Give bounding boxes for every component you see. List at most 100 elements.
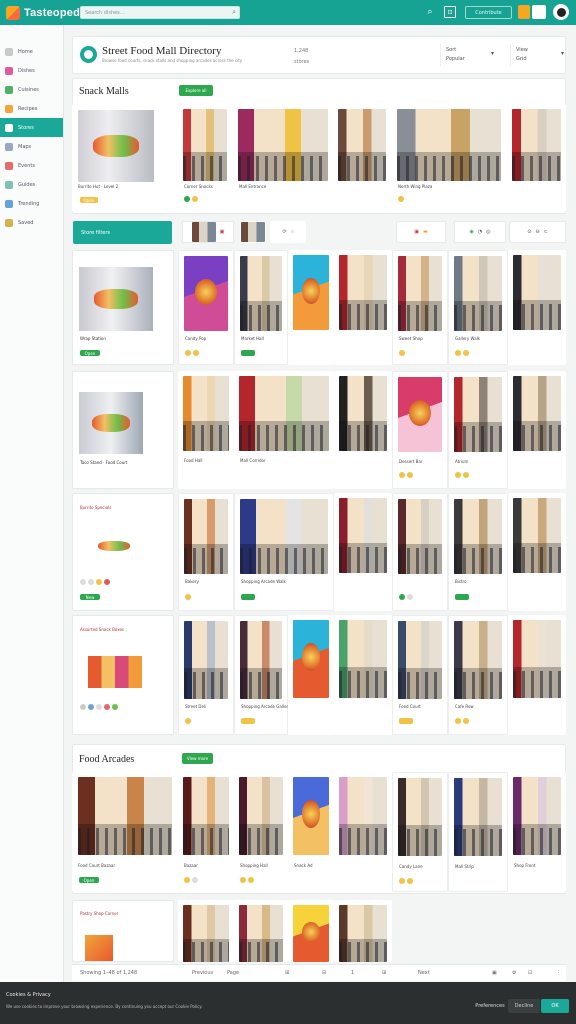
sidebar-item-dishes[interactable]: Dishes: [0, 61, 63, 80]
menu-icon[interactable]: [532, 5, 546, 19]
store-card[interactable]: Pastry Shop Corner: [72, 900, 174, 962]
filter-chip[interactable]: [240, 221, 266, 243]
sidebar-item-trending[interactable]: Trending: [0, 194, 63, 213]
prev-button[interactable]: Previous: [192, 970, 213, 976]
store-tile[interactable]: Corner Snacks: [178, 104, 232, 212]
store-card[interactable]: Food Court Bazaar Open: [72, 772, 178, 892]
store-card[interactable]: [508, 371, 566, 489]
store-card[interactable]: Street Deli: [178, 615, 234, 735]
sort-select[interactable]: Sort Popular ▾: [440, 44, 500, 66]
export-icon[interactable]: ⊡: [528, 970, 532, 976]
contribute-button[interactable]: Contribute: [465, 6, 512, 19]
list-view-icon[interactable]: ⊟: [322, 970, 326, 976]
store-tile[interactable]: Mall Entrance: [233, 104, 333, 212]
image-icon[interactable]: ▣: [492, 970, 497, 976]
store-card[interactable]: Candy Pop: [178, 250, 234, 365]
store-card[interactable]: [288, 900, 334, 962]
sidebar-item-home[interactable]: Home: [0, 42, 63, 61]
store-card[interactable]: [288, 250, 334, 365]
decline-button[interactable]: Decline: [508, 999, 540, 1013]
store-photo: [513, 620, 561, 698]
store-card[interactable]: Bakery: [178, 493, 234, 611]
more-icon[interactable]: ⋮: [556, 970, 561, 976]
store-card[interactable]: Burrito Specials New: [72, 493, 174, 611]
grid-view-icon[interactable]: ⊞: [285, 970, 289, 976]
store-card[interactable]: Wrap Station Open: [72, 250, 174, 365]
store-card[interactable]: Assorted Snack Boxes: [72, 615, 174, 735]
store-card[interactable]: Taco Stand · Food Court: [72, 371, 174, 489]
store-card[interactable]: [334, 493, 392, 611]
store-card[interactable]: Bistro: [448, 493, 508, 611]
view-more-button[interactable]: View more: [182, 753, 213, 764]
chip-all[interactable]: ▣ ▬: [396, 221, 446, 243]
profile-card-icon[interactable]: ⊡: [444, 6, 456, 18]
filter-chip[interactable]: ▣: [182, 221, 234, 243]
store-card[interactable]: Shopping Hall: [234, 772, 288, 892]
view-select[interactable]: View Grid ▾: [510, 44, 570, 66]
rating-dots: [455, 718, 469, 724]
accept-button[interactable]: OK: [541, 999, 569, 1013]
store-card[interactable]: [178, 900, 234, 962]
next-button[interactable]: Next: [418, 970, 430, 976]
sidebar-item-recipes[interactable]: Recipes: [0, 99, 63, 118]
store-card[interactable]: Shop Front: [508, 772, 566, 892]
grid-view-icon[interactable]: ⊞: [382, 970, 386, 976]
store-card[interactable]: Bazaar: [178, 772, 234, 892]
store-tile[interactable]: [333, 104, 391, 212]
store-card[interactable]: [508, 250, 566, 365]
store-card[interactable]: [288, 615, 334, 735]
store-card[interactable]: Food Hall: [178, 371, 234, 489]
store-card[interactable]: [334, 371, 392, 489]
store-card[interactable]: [392, 493, 448, 611]
chip-open-now[interactable]: ◉ ◔ ◎: [454, 221, 506, 243]
rating-dots: [184, 196, 198, 202]
store-card[interactable]: Mall Corridor: [234, 371, 334, 489]
logo-icon: [6, 5, 20, 20]
store-card[interactable]: [234, 900, 288, 962]
tag-icon: ▬: [423, 229, 428, 235]
explore-all-button[interactable]: Explore all: [179, 85, 213, 96]
store-card[interactable]: [334, 900, 392, 962]
store-card[interactable]: Sweet Shop: [392, 250, 448, 365]
search-icon[interactable]: ⌕: [424, 6, 436, 18]
store-card[interactable]: Candy Lane: [392, 772, 448, 892]
store-tile[interactable]: Burrito Hut · Level 2 Open: [72, 104, 172, 212]
store-card[interactable]: [508, 493, 566, 611]
current-page[interactable]: 1: [351, 970, 354, 976]
store-card[interactable]: Food Court: [392, 615, 448, 735]
sidebar-item-events[interactable]: Events: [0, 156, 63, 175]
store-card[interactable]: Shopping Arcade Walk: [234, 493, 334, 611]
store-card[interactable]: Cafe Row: [448, 615, 508, 735]
avatar[interactable]: [553, 4, 569, 20]
store-card[interactable]: [334, 772, 392, 892]
store-photo: [339, 905, 387, 962]
tag-icons: [80, 579, 110, 585]
store-card[interactable]: [508, 615, 566, 735]
search-input[interactable]: Search dishes… ⌕: [80, 6, 240, 19]
sidebar-item-stores[interactable]: Stores: [0, 118, 63, 137]
store-tile[interactable]: [507, 104, 566, 212]
store-card[interactable]: Dessert Bar: [392, 371, 448, 489]
store-card[interactable]: [334, 615, 392, 735]
sidebar-item-saved[interactable]: Saved: [0, 213, 63, 232]
notification-icon[interactable]: [518, 5, 530, 19]
store-card[interactable]: Snack Ad: [288, 772, 334, 892]
refresh-button[interactable]: ⟳ ☝: [270, 221, 306, 243]
store-card[interactable]: Shopping Arcade Gallery: [234, 615, 291, 735]
preferences-button[interactable]: Preferences: [474, 999, 506, 1013]
store-card[interactable]: Market Hall: [234, 250, 288, 365]
results-summary: Showing 1–48 of 1,248: [80, 970, 138, 976]
sidebar-item-cuisines[interactable]: Cuisines: [0, 80, 63, 99]
store-filters-toggle[interactable]: Store filters: [73, 221, 172, 244]
view-toggle[interactable]: ⊙ ⊖ ⊂: [509, 221, 566, 243]
store-photo: [183, 109, 227, 181]
store-tile[interactable]: North Wing Plaza: [392, 104, 506, 212]
store-card[interactable]: [334, 250, 392, 365]
sidebar-item-guides[interactable]: Guides: [0, 175, 63, 194]
sidebar-item-maps[interactable]: Maps: [0, 137, 63, 156]
store-card[interactable]: Atrium: [448, 371, 508, 489]
store-photo: [398, 256, 442, 331]
store-card[interactable]: Mall Strip: [448, 772, 508, 892]
settings-icon[interactable]: ⚙: [512, 970, 516, 976]
store-card[interactable]: Gallery Walk: [448, 250, 508, 365]
